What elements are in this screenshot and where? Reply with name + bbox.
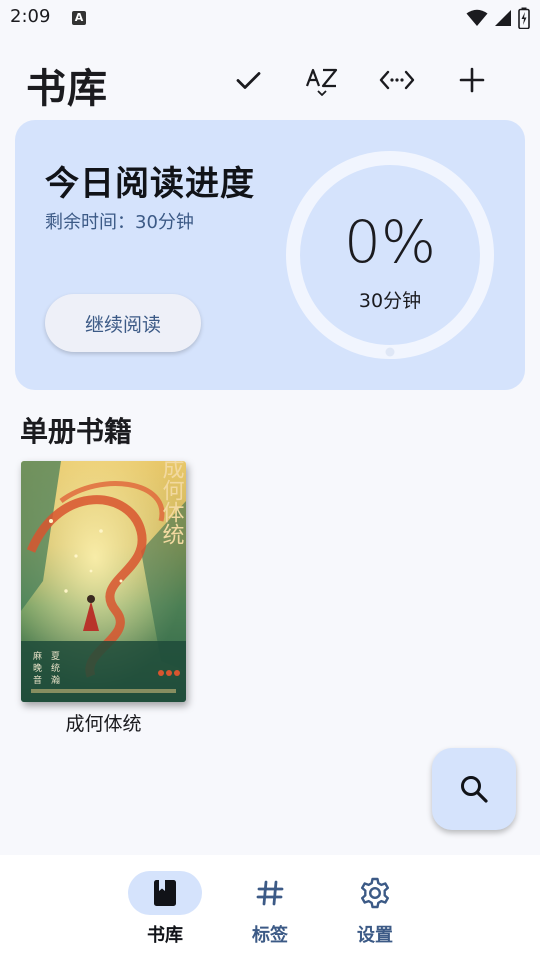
gear-icon bbox=[361, 877, 389, 909]
continue-reading-button[interactable]: 继续阅读 bbox=[45, 294, 201, 352]
search-fab[interactable] bbox=[432, 748, 516, 830]
svg-text:麻: 麻 bbox=[33, 650, 42, 662]
daily-goal: 30分钟 bbox=[358, 290, 422, 312]
expand-button[interactable] bbox=[375, 58, 419, 102]
add-icon bbox=[459, 67, 485, 93]
cover-title-char: 成何体统 bbox=[159, 461, 185, 545]
bottom-nav: 书库 标签 设置 bbox=[0, 855, 540, 960]
add-book-button[interactable] bbox=[450, 58, 494, 102]
status-icons bbox=[466, 7, 530, 29]
nav-label: 书库 bbox=[147, 925, 183, 946]
svg-text:统: 统 bbox=[51, 662, 60, 674]
sort-az-icon bbox=[305, 68, 338, 96]
progress-ring-handle bbox=[385, 347, 395, 357]
book-cover-art: 成何体统 麻 晚 音 夏 统 瀚 bbox=[21, 461, 186, 702]
nav-item-settings[interactable]: 设置 bbox=[325, 871, 425, 951]
app-header: 书库 bbox=[0, 40, 540, 116]
status-time: 2:09 bbox=[10, 6, 51, 27]
remaining-time-value: 30分钟 bbox=[135, 212, 194, 233]
nav-label: 设置 bbox=[357, 925, 393, 946]
svg-text:音: 音 bbox=[33, 674, 42, 686]
wifi-icon bbox=[466, 9, 488, 26]
book-icon bbox=[154, 880, 176, 906]
remaining-time-label: 剩余时间： bbox=[45, 212, 135, 233]
reading-progress-card: 今日阅读进度 剩余时间：30分钟 继续阅读 0% 30分钟 bbox=[15, 120, 525, 390]
book-title: 成何体统 bbox=[65, 713, 142, 735]
book-cover: 成何体统 麻 晚 音 夏 统 瀚 bbox=[21, 461, 186, 702]
check-icon bbox=[236, 72, 261, 89]
nav-item-library[interactable]: 书库 bbox=[115, 871, 215, 951]
hash-icon bbox=[256, 880, 284, 906]
svg-text:夏: 夏 bbox=[51, 651, 60, 662]
a-icon: A bbox=[72, 11, 86, 25]
status-bar: 2:09 A bbox=[0, 0, 540, 38]
svg-text:瀚: 瀚 bbox=[51, 674, 60, 686]
battery-charging-icon bbox=[518, 7, 530, 29]
select-button[interactable] bbox=[226, 58, 270, 102]
svg-text:晚: 晚 bbox=[33, 663, 42, 674]
search-icon bbox=[461, 776, 488, 803]
sort-button[interactable] bbox=[300, 58, 344, 102]
nav-item-tags[interactable]: 标签 bbox=[220, 871, 320, 951]
progress-percent: 0% bbox=[343, 208, 436, 276]
section-title: 单册书籍 bbox=[20, 415, 133, 448]
remaining-time: 剩余时间：30分钟 bbox=[45, 208, 194, 234]
book-item[interactable]: 成何体统 麻 晚 音 夏 统 瀚 成何体统 bbox=[21, 461, 186, 736]
progress-title: 今日阅读进度 bbox=[45, 164, 255, 204]
page-title: 书库 bbox=[26, 66, 108, 112]
expand-horizontal-icon bbox=[379, 70, 415, 90]
progress-ring: 0% 30分钟 bbox=[285, 150, 495, 360]
nav-label: 标签 bbox=[252, 925, 288, 946]
signal-icon bbox=[495, 10, 511, 26]
